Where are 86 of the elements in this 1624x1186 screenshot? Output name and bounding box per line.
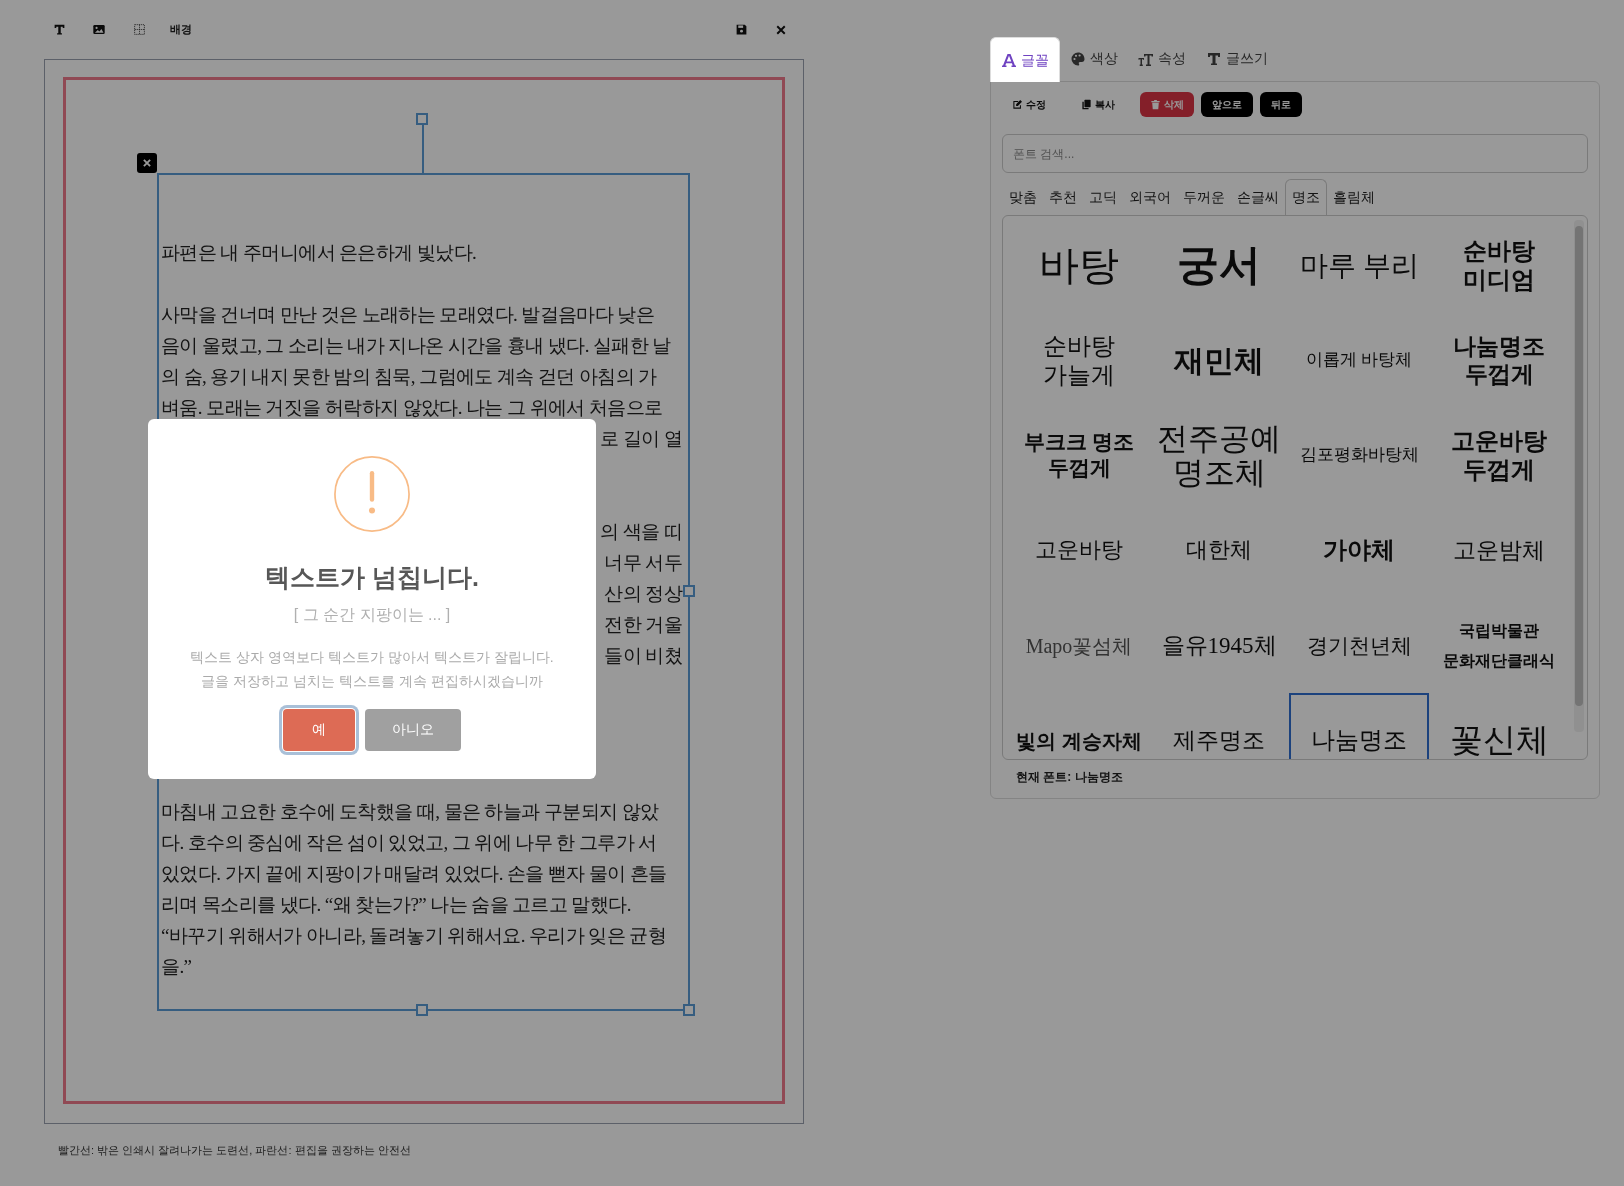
text-line: 을.” [161,955,192,979]
font-option[interactable]: 이롭게 바탕체 [1289,313,1429,408]
rotate-line [422,123,424,173]
copy-icon [1081,99,1092,110]
font-option[interactable]: 을유1945체 [1149,598,1289,693]
font-option[interactable]: 김포평화바탕체 [1289,408,1429,503]
scrollbar-thumb[interactable] [1575,226,1583,706]
palette-icon [1070,50,1086,67]
background-button[interactable]: 배경 [170,21,192,38]
category-tab[interactable]: 맞춤 [1003,179,1043,215]
text-line: 전한 거울 [604,613,682,637]
font-option[interactable]: 고운바탕 [1009,503,1149,598]
text-icon [1206,50,1222,67]
category-tab[interactable]: 명조 [1285,179,1327,215]
font-option[interactable]: 나눔명조 [1289,693,1429,759]
font-option[interactable]: 고운밤체 [1429,503,1569,598]
text-line: 벼움. 모래는 거짓을 허락하지 않았다. 나는 그 위에서 처음으로 [161,396,663,420]
panel-tab[interactable]: 색상 [1060,36,1128,81]
dialog-title: 텍스트가 넘칩니다. [265,562,479,593]
font-option[interactable]: 제주명조 [1149,693,1289,759]
font-option[interactable]: 대한체 [1149,503,1289,598]
font-option[interactable]: 국립박물관 문화재단클래식 [1429,598,1569,693]
font-option[interactable]: 바탕 [1009,218,1149,313]
panel-tab[interactable]: 글꼴 [990,37,1060,82]
current-font-label: 현재 폰트: 나눔명조 [1015,769,1124,786]
text-line: 사막을 건너며 만난 것은 노래하는 모래였다. 발걸음마다 낮은 [161,303,655,327]
font-option[interactable]: 순바탕 가늘게 [1009,313,1149,408]
edit-icon [1012,99,1023,110]
category-tab[interactable]: 고딕 [1083,179,1123,215]
font-option[interactable]: 궁서 [1149,218,1289,313]
close-icon [775,23,787,36]
delete-button[interactable]: 삭제 [1140,92,1194,117]
font-option[interactable]: 꽃신체 [1429,693,1569,759]
font-search-field[interactable]: 폰트 검색... [1002,134,1588,173]
resize-handle[interactable] [683,1004,695,1016]
font-option[interactable]: 빛의 계승자체 [1009,693,1149,759]
text-line: 들이 비쳤 [604,644,682,668]
text-line: 있었다. 가지 끝에 지팡이가 매달려 있었다. 손을 뻗자 물이 흔들 [161,862,667,886]
legend-text: 빨간선: 밖은 인쇄시 잘려나가는 도련선, 파란선: 편집을 권장하는 안전선 [58,1144,411,1156]
font-option[interactable]: 재민체 [1149,313,1289,408]
text-line: 리며 목소리를 냈다. “왜 찾는가?” 나는 숨을 고르고 말했다. [161,893,631,917]
font-option[interactable]: 부크크 명조 두껍게 [1009,408,1149,503]
copy-button[interactable]: 복사 [1071,92,1125,117]
resize-handle[interactable] [416,1004,428,1016]
resize-handle[interactable] [683,585,695,597]
text-line: “바꾸기 위해서가 아니라, 돌려놓기 위해서요. 우리가 잊은 균형 [161,924,667,948]
font-option[interactable]: 나눔명조 두껍게 [1429,313,1569,408]
grid-icon [132,23,146,36]
rotate-handle[interactable] [416,113,428,125]
font-option[interactable]: 가야체 [1289,503,1429,598]
panel-tab[interactable]: 글쓰기 [1196,36,1278,81]
trash-icon [1150,99,1161,110]
font-option[interactable]: Mapo꽃섬체 [1009,598,1149,693]
bring-forward-button[interactable]: 앞으로 [1201,92,1253,117]
category-tab[interactable]: 두꺼운 [1177,179,1231,215]
text-line: 산의 정상 [604,582,682,606]
dialog-message: 글을 저장하고 넘치는 텍스트를 계속 편집하시겠습니까 [201,671,543,691]
category-tab[interactable]: 흘림체 [1327,179,1381,215]
text-line: 음이 울렸고, 그 소리는 내가 지나온 시간을 흉내 냈다. 실패한 날 [161,334,671,358]
text-line: 마침내 고요한 호수에 도착했을 때, 물은 하늘과 구분되지 않았 [161,800,659,824]
text-line: 너무 서두 [604,551,682,575]
dialog-subtitle: [ 그 순간 지팡이는 ... ] [293,604,451,625]
warning-icon [333,455,411,533]
send-backward-button[interactable]: 뒤로 [1260,92,1302,117]
category-tab[interactable]: 손글씨 [1231,179,1285,215]
dialog-message: 텍스트 상자 영역보다 텍스트가 많아서 텍스트가 잘립니다. [190,647,554,667]
font-option[interactable]: 경기천년체 [1289,598,1429,693]
delete-box-button[interactable] [137,153,157,173]
category-tab[interactable]: 추천 [1043,179,1083,215]
save-icon [734,23,748,36]
text-line: 의 숨, 용기 내지 못한 밤의 침묵, 그럼에도 계속 걷던 아침의 가 [161,365,657,389]
image-icon [92,23,106,36]
text-line: 의 색을 띠 [600,520,682,544]
text-line: 다. 호수의 중심에 작은 섬이 있었고, 그 위에 나무 한 그루가 서 [161,831,657,855]
close-icon [142,158,152,168]
panel-tab[interactable]: 속성 [1128,36,1196,81]
font-icon [1001,52,1017,68]
text-icon [52,23,66,36]
font-option[interactable]: 전주공예 명조체 [1149,408,1289,503]
font-option[interactable]: 순바탕 미디엄 [1429,218,1569,313]
text-line: 로 길이 열 [600,427,682,451]
text-line: 파편은 내 주머니에서 은은하게 빛났다. [161,241,477,265]
edit-button[interactable]: 수정 [1002,92,1056,117]
font-option[interactable]: 고운바탕 두껍게 [1429,408,1569,503]
category-tab[interactable]: 외국어 [1123,179,1177,215]
font-option[interactable]: 마루 부리 [1289,218,1429,313]
